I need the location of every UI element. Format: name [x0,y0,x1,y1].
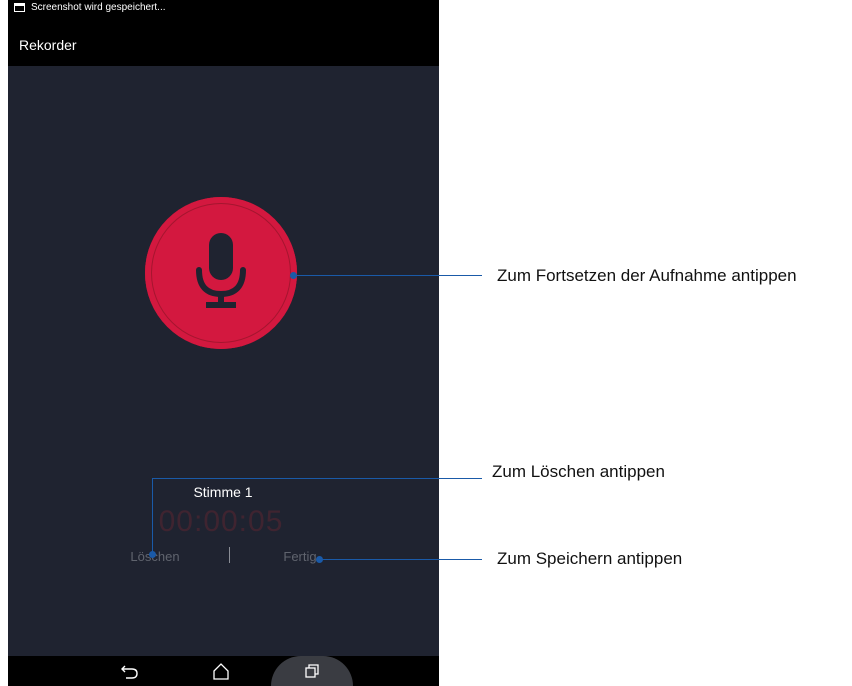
button-divider [229,547,230,563]
callout-line-resume [294,275,482,276]
back-button[interactable] [100,656,160,686]
recent-apps-icon [305,664,319,678]
status-bar: Screenshot wird gespeichert... [8,0,439,17]
callout-line-delete [152,478,482,479]
callout-save-label: Zum Speichern antippen [497,549,683,568]
status-notification: Screenshot wird gespeichert... [31,2,166,13]
screenshot-icon [14,3,25,12]
app-bar: Rekorder [8,17,439,66]
callout-resume-label: Zum Fortsetzen der Aufnahme antippen [497,266,797,285]
recording-timer: 00:00:05 [158,505,284,538]
navigation-bar [8,656,439,686]
microphone-icon [196,233,246,308]
record-resume-button[interactable] [145,197,297,349]
tablet-screen: Screenshot wird gespeichert... Rekorder … [8,0,439,686]
back-icon [121,665,138,679]
home-icon [213,663,229,680]
recording-name: Stimme 1 [193,484,253,500]
callout-vline-delete [152,478,153,553]
callout-line-save [320,559,482,560]
callout-delete-label: Zum Löschen antippen [492,462,665,481]
callout-dot-delete [149,551,156,558]
home-button[interactable] [191,656,251,686]
recent-apps-button[interactable] [271,656,353,686]
app-title: Rekorder [19,37,77,53]
